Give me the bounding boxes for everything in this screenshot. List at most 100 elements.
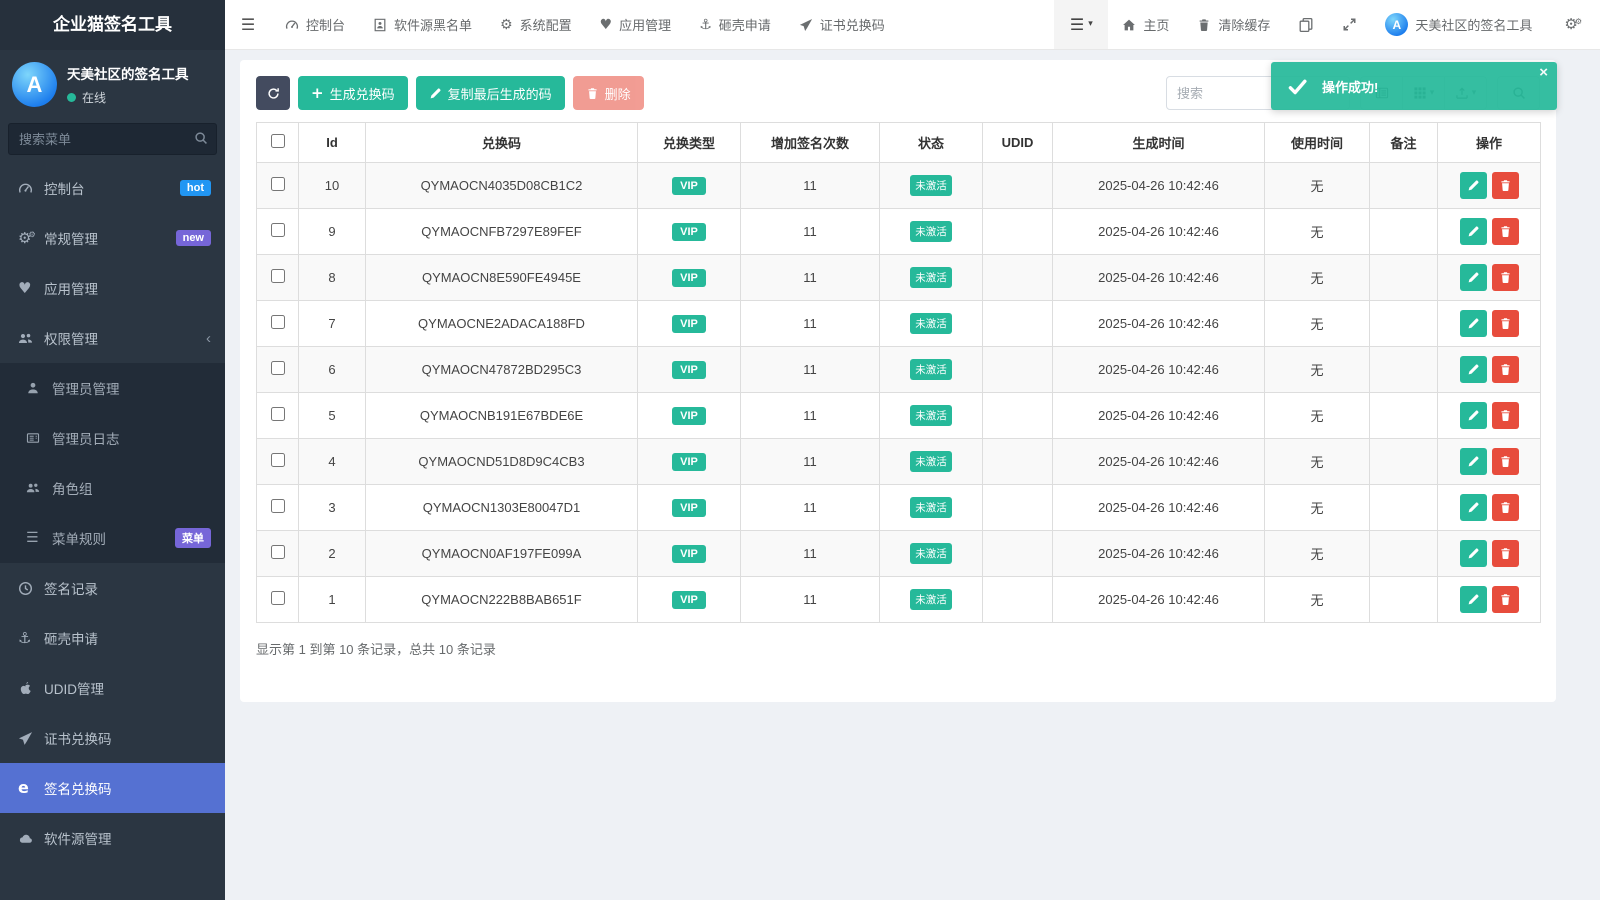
- column-header-8: 备注: [1370, 123, 1438, 163]
- sidebar-item-1[interactable]: ⚙⚙常规管理new: [0, 213, 225, 263]
- used-time: 无: [1310, 593, 1323, 608]
- row-delete-button[interactable]: [1492, 402, 1519, 429]
- nav-docs-button[interactable]: [1284, 0, 1328, 49]
- row-delete-button[interactable]: [1492, 172, 1519, 199]
- cell-used: 无: [1265, 531, 1370, 577]
- row-checkbox[interactable]: [271, 269, 285, 283]
- row-edit-button[interactable]: [1460, 310, 1487, 337]
- cell-created: 2025-04-26 10:42:46: [1053, 393, 1265, 439]
- nav-tab-2[interactable]: ⚙系统配置: [486, 0, 586, 49]
- sidebar-toggle-button[interactable]: ☰: [225, 0, 271, 49]
- sidebar-item-label: 证书兑换码: [44, 728, 112, 748]
- row-checkbox[interactable]: [271, 453, 285, 467]
- cell-type: VIP: [638, 393, 741, 439]
- nav-list-dropdown-button[interactable]: ☰ ▾: [1054, 0, 1108, 49]
- row-edit-button[interactable]: [1460, 402, 1487, 429]
- nav-user-menu[interactable]: A 天美社区的签名工具: [1371, 0, 1546, 49]
- nav-tab-3[interactable]: ♥应用管理: [586, 0, 686, 49]
- nav-tab-label: 应用管理: [619, 15, 671, 34]
- row-delete-button[interactable]: [1492, 448, 1519, 475]
- generate-code-button[interactable]: + 生成兑换码: [298, 76, 408, 110]
- user-icon: [26, 381, 52, 395]
- row-edit-button[interactable]: [1460, 264, 1487, 291]
- sidebar-item-7[interactable]: ☰菜单规则菜单: [0, 513, 225, 563]
- used-time: 无: [1310, 317, 1323, 332]
- row-delete-button[interactable]: [1492, 310, 1519, 337]
- nav-clear-cache-label: 清除缓存: [1218, 15, 1270, 34]
- users-icon: [18, 331, 44, 346]
- row-checkbox[interactable]: [271, 223, 285, 237]
- row-checkbox[interactable]: [271, 545, 285, 559]
- anchor-icon: ⚓: [699, 18, 712, 32]
- sidebar-item-8[interactable]: 签名记录: [0, 563, 225, 613]
- cell-count: 11: [741, 347, 880, 393]
- sidebar-item-5[interactable]: 管理员日志: [0, 413, 225, 463]
- content-area: + 生成兑换码 复制最后生成的码 删除 ▾ ▾: [225, 50, 1600, 900]
- nav-settings-button[interactable]: ⚙⚙: [1546, 0, 1600, 49]
- row-id: 8: [328, 270, 335, 285]
- nav-fullscreen-button[interactable]: [1328, 0, 1371, 49]
- row-checkbox-cell: [257, 393, 299, 439]
- sidebar-item-13[interactable]: 软件源管理: [0, 813, 225, 863]
- row-checkbox[interactable]: [271, 177, 285, 191]
- delete-button[interactable]: 删除: [573, 76, 644, 110]
- sidebar-item-4[interactable]: 管理员管理: [0, 363, 225, 413]
- sidebar-item-12[interactable]: e签名兑换码: [0, 763, 225, 813]
- profile-site-name: 天美社区的签名工具: [67, 63, 189, 83]
- nav-tab-4[interactable]: ⚓砸壳申请: [685, 0, 785, 49]
- select-all-checkbox[interactable]: [271, 134, 285, 148]
- sidebar-item-0[interactable]: 控制台hot: [0, 163, 225, 213]
- pencil-icon: [1467, 455, 1480, 468]
- tachometer-icon: [18, 181, 44, 196]
- redeem-code: QYMAOCN1303E80047D1: [423, 500, 581, 515]
- nav-tab-0[interactable]: 控制台: [271, 0, 359, 49]
- sign-count: 11: [803, 500, 817, 515]
- sign-count: 11: [803, 224, 817, 239]
- row-delete-button[interactable]: [1492, 540, 1519, 567]
- nav-clear-cache-link[interactable]: 清除缓存: [1183, 0, 1284, 49]
- sidebar-item-6[interactable]: 角色组: [0, 463, 225, 513]
- cell-actions: [1438, 531, 1541, 577]
- row-delete-button[interactable]: [1492, 356, 1519, 383]
- column-header-0: Id: [299, 123, 366, 163]
- toast-close-icon[interactable]: ×: [1539, 65, 1548, 80]
- row-checkbox[interactable]: [271, 407, 285, 421]
- nav-home-link[interactable]: 主页: [1108, 0, 1183, 49]
- row-edit-button[interactable]: [1460, 356, 1487, 383]
- nav-tab-5[interactable]: 证书兑换码: [785, 0, 899, 49]
- created-time: 2025-04-26 10:42:46: [1098, 546, 1219, 561]
- row-edit-button[interactable]: [1460, 540, 1487, 567]
- cell-type: VIP: [638, 209, 741, 255]
- sidebar-item-9[interactable]: ⚓砸壳申请: [0, 613, 225, 663]
- trash-icon: [1197, 18, 1211, 32]
- row-edit-button[interactable]: [1460, 586, 1487, 613]
- cell-count: 11: [741, 301, 880, 347]
- copy-last-code-button[interactable]: 复制最后生成的码: [416, 76, 565, 110]
- row-checkbox[interactable]: [271, 591, 285, 605]
- online-status-label: 在线: [82, 89, 106, 106]
- row-edit-button[interactable]: [1460, 448, 1487, 475]
- nav-tab-1[interactable]: 软件源黑名单: [359, 0, 486, 49]
- row-delete-button[interactable]: [1492, 494, 1519, 521]
- row-delete-button[interactable]: [1492, 586, 1519, 613]
- sidebar-item-10[interactable]: UDID管理: [0, 663, 225, 713]
- cell-count: 11: [741, 439, 880, 485]
- cell-status: 未激活: [880, 255, 983, 301]
- row-checkbox[interactable]: [271, 361, 285, 375]
- top-navbar: ☰ 控制台软件源黑名单⚙系统配置♥应用管理⚓砸壳申请证书兑换码 ☰ ▾ 主页 清…: [225, 0, 1600, 50]
- row-edit-button[interactable]: [1460, 494, 1487, 521]
- column-header-7: 使用时间: [1265, 123, 1370, 163]
- sidebar-item-11[interactable]: 证书兑换码: [0, 713, 225, 763]
- row-delete-button[interactable]: [1492, 218, 1519, 245]
- menu-search-input[interactable]: [8, 123, 217, 155]
- row-checkbox[interactable]: [271, 499, 285, 513]
- pencil-icon: [1467, 409, 1480, 422]
- cell-count: 11: [741, 255, 880, 301]
- row-checkbox[interactable]: [271, 315, 285, 329]
- row-edit-button[interactable]: [1460, 172, 1487, 199]
- refresh-button[interactable]: [256, 76, 290, 110]
- sidebar-item-2[interactable]: ♥应用管理: [0, 263, 225, 313]
- sidebar-item-3[interactable]: 权限管理‹: [0, 313, 225, 363]
- row-delete-button[interactable]: [1492, 264, 1519, 291]
- row-edit-button[interactable]: [1460, 218, 1487, 245]
